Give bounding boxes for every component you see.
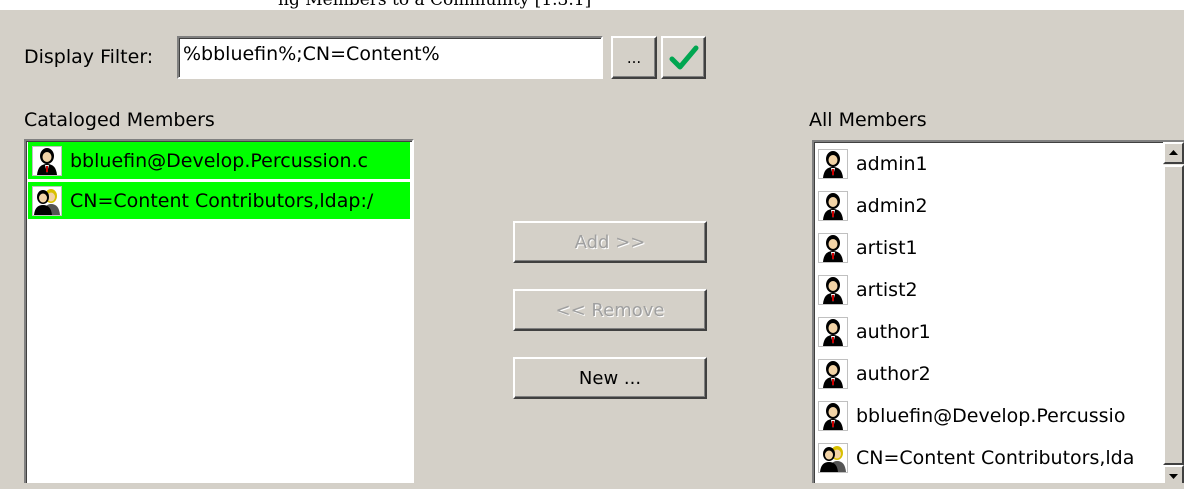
remove-button[interactable]: << Remove: [513, 289, 707, 331]
apply-filter-button[interactable]: [661, 36, 706, 79]
list-item[interactable]: admin1: [814, 143, 1184, 185]
user-icon: [818, 401, 848, 431]
browse-button[interactable]: ...: [611, 36, 657, 79]
list-item[interactable]: artist1: [814, 227, 1184, 269]
add-label: Add >>: [574, 231, 646, 253]
item-label: admin1: [856, 153, 928, 175]
item-label: admin2: [856, 195, 928, 217]
item-label: author1: [856, 321, 931, 343]
browse-label: ...: [626, 48, 642, 67]
all-members-scrollbar[interactable]: [1163, 142, 1184, 483]
list-item[interactable]: bbluefin@Develop.Percussion.c: [28, 142, 410, 179]
new-label: New ...: [578, 367, 642, 389]
checkmark-icon: [669, 45, 698, 69]
all-members-label: All Members: [809, 109, 927, 131]
item-label: artist1: [856, 237, 918, 259]
user-icon: [818, 275, 848, 305]
user-icon: [818, 191, 848, 221]
window-caption: ng Members to a Community [1.3.1]: [0, 0, 1184, 10]
new-button[interactable]: New ...: [513, 357, 707, 399]
item-label: CN=Content Contributors,lda: [856, 447, 1135, 469]
item-label: artist2: [856, 279, 918, 301]
item-label: author2: [856, 363, 931, 385]
list-item[interactable]: bbluefin@Develop.Percussio: [814, 395, 1184, 437]
user-icon: [818, 149, 848, 179]
remove-label: << Remove: [555, 299, 665, 321]
arrow-down-icon: [1169, 474, 1178, 479]
display-filter-input[interactable]: %bbluefin%;CN=Content%: [177, 36, 603, 79]
item-label: CN=Content Contributors,ldap:/: [70, 189, 374, 212]
list-item[interactable]: admin2: [814, 185, 1184, 227]
arrow-up-icon: [1169, 150, 1178, 155]
user-icon: [818, 233, 848, 263]
group-icon: [32, 185, 62, 216]
scroll-thumb[interactable]: [1163, 165, 1184, 465]
list-item[interactable]: CN=Content Contributors,ldap:/: [28, 182, 410, 219]
cataloged-members-list[interactable]: bbluefin@Develop.Percussion.c CN=Content…: [24, 139, 414, 483]
item-label: bbluefin@Develop.Percussio: [856, 405, 1126, 427]
list-item[interactable]: author2: [814, 353, 1184, 395]
all-members-list[interactable]: admin1 admin2 artist1 artist2 author1 au…: [812, 140, 1184, 483]
user-icon: [32, 145, 62, 176]
user-icon: [818, 359, 848, 389]
user-icon: [818, 317, 848, 347]
list-item[interactable]: author1: [814, 311, 1184, 353]
list-item[interactable]: artist2: [814, 269, 1184, 311]
display-filter-label: Display Filter:: [24, 46, 154, 68]
group-icon: [818, 443, 848, 473]
caption-text: ng Members to a Community [1.3.1]: [278, 0, 592, 10]
add-button[interactable]: Add >>: [513, 221, 707, 263]
list-item[interactable]: CN=Content Contributors,lda: [814, 437, 1184, 479]
item-label: bbluefin@Develop.Percussion.c: [70, 149, 368, 172]
scroll-up-button[interactable]: [1163, 142, 1184, 164]
cataloged-members-label: Cataloged Members: [24, 109, 215, 131]
scroll-down-button[interactable]: [1163, 465, 1184, 483]
